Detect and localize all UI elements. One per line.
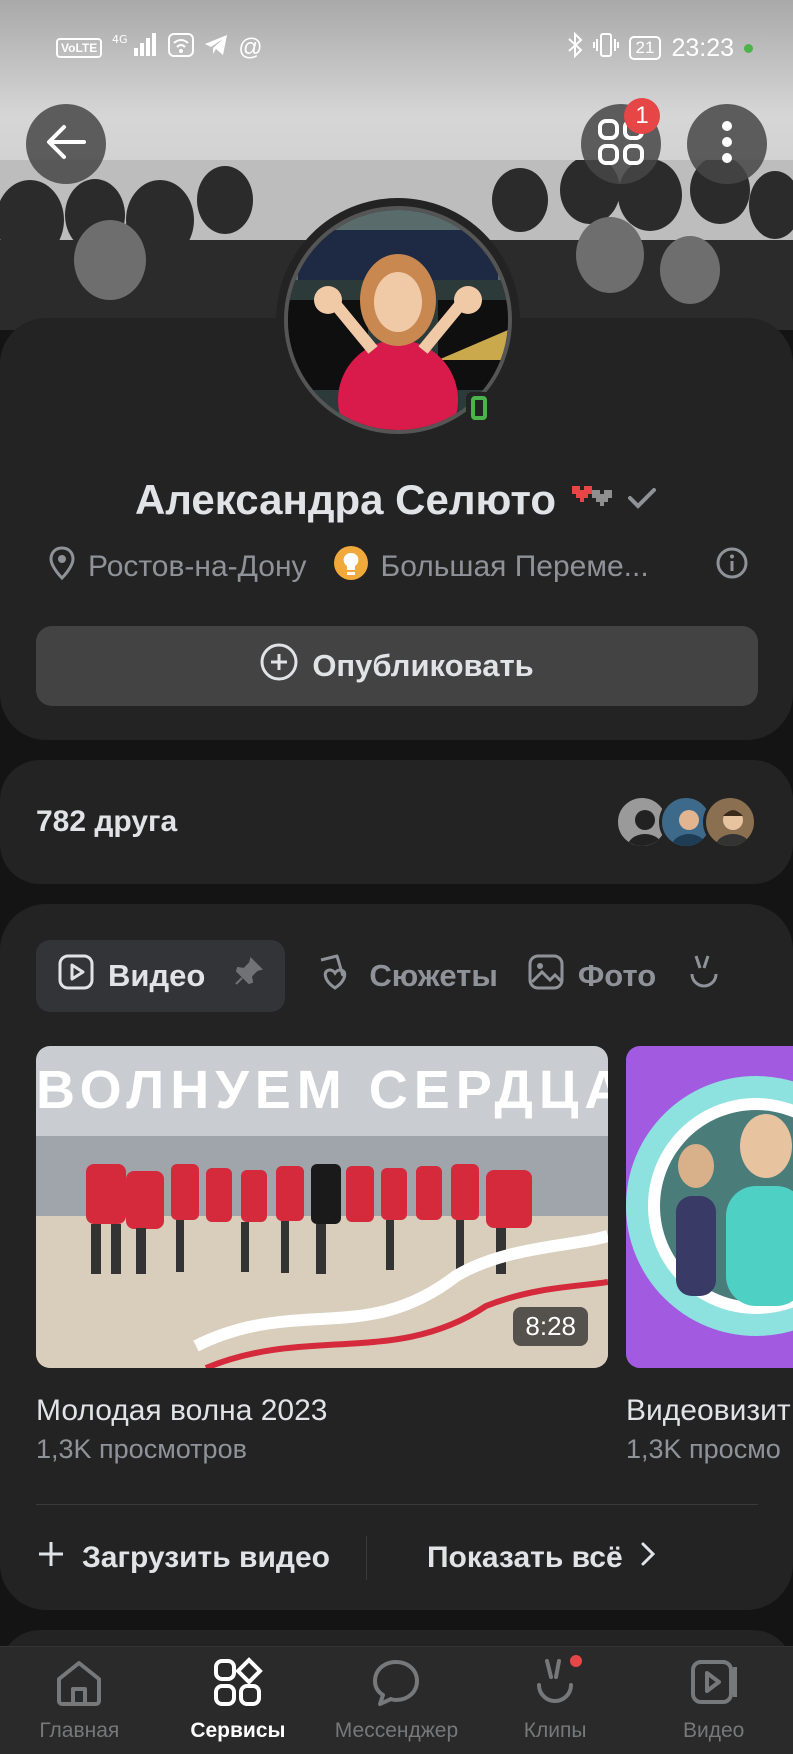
divider — [36, 1504, 758, 1505]
video-title[interactable]: Молодая волна 2023 — [36, 1394, 327, 1428]
tab-stories-label: Сюжеты — [369, 958, 498, 993]
volte-indicator: VoLTE — [56, 38, 103, 58]
video-thumbnail[interactable]: ВОЛНУЕМ СЕРДЦА 8:28 — [36, 1046, 608, 1368]
location-pin-icon — [48, 546, 76, 588]
arrow-left-icon — [46, 124, 86, 165]
clips-new-dot — [570, 1655, 583, 1667]
nav-home-label: Главная — [39, 1719, 120, 1742]
nav-video[interactable]: Видео — [639, 1647, 789, 1743]
publish-label: Опубликовать — [312, 648, 534, 683]
video-title[interactable]: Видеовизит — [626, 1394, 791, 1428]
home-icon — [53, 1657, 105, 1715]
profile-name: Александра Селюто — [134, 476, 557, 523]
friend-avatars — [615, 795, 757, 849]
messenger-icon — [370, 1657, 422, 1715]
heart-status-icon[interactable] — [568, 482, 614, 519]
tab-video-label: Видео — [108, 958, 206, 993]
friends-count: 782 друга — [36, 805, 178, 838]
profile-community[interactable]: Большая Переме... — [381, 550, 649, 584]
services-icon — [212, 1657, 264, 1715]
video-nav-icon — [688, 1657, 740, 1715]
nav-clips-label: Клипы — [523, 1719, 587, 1742]
media-tabs: Видео Сюжеты Фото — [36, 940, 793, 1012]
nav-video-label: Видео — [682, 1719, 745, 1742]
video-views: 1,3K просмо — [626, 1434, 781, 1464]
friends-card[interactable]: 782 друга — [0, 760, 793, 884]
tab-clips[interactable] — [686, 940, 722, 1012]
publish-button[interactable]: Опубликовать — [36, 626, 758, 706]
online-mobile-indicator — [466, 392, 492, 424]
battery-indicator: 21 — [628, 36, 662, 60]
video-duration: 8:28 — [513, 1307, 588, 1346]
profile-meta: Ростов-на-Дону Большая Переме... — [48, 544, 748, 590]
clips-icon — [686, 952, 722, 1000]
video-thumbnail[interactable] — [626, 1046, 793, 1368]
video-preview-image — [626, 1046, 793, 1368]
wifi-icon — [168, 32, 195, 64]
upload-video-label: Загрузить видео — [82, 1541, 330, 1574]
plus-circle-icon — [260, 643, 298, 689]
show-all-button[interactable]: Показать всё — [427, 1540, 657, 1576]
nav-home[interactable]: Главная — [4, 1647, 154, 1743]
nav-services[interactable]: Сервисы — [163, 1647, 313, 1743]
plus-icon — [36, 1539, 66, 1577]
nav-messenger[interactable]: Мессенджер — [321, 1647, 471, 1743]
upload-video-button[interactable]: Загрузить видео — [36, 1539, 330, 1577]
svg-text:ВОЛНУЕМ СЕРДЦА: ВОЛНУЕМ СЕРДЦА — [36, 1060, 608, 1120]
tab-video[interactable]: Видео — [36, 940, 286, 1012]
friend-avatar — [703, 795, 757, 849]
signal-icon: 4G — [112, 32, 158, 65]
show-all-label: Показать всё — [426, 1541, 623, 1574]
back-button[interactable] — [26, 104, 106, 184]
tab-stories[interactable]: Сюжеты — [315, 940, 498, 1012]
clock: 23:23 — [671, 33, 734, 62]
tab-photo[interactable]: Фото — [528, 940, 656, 1012]
info-icon[interactable] — [716, 547, 748, 587]
notifications-badge: 1 — [624, 98, 660, 134]
video-views: 1,3K просмотров — [36, 1434, 247, 1464]
more-vertical-icon — [721, 120, 733, 169]
nav-clips[interactable]: Клипы — [480, 1647, 630, 1743]
nav-messenger-label: Мессенджер — [334, 1719, 459, 1742]
status-bar: VoLTE 4G @ 21 23:23 — [0, 0, 793, 96]
telegram-icon — [204, 34, 228, 63]
tab-photo-label: Фото — [577, 958, 657, 993]
image-icon — [528, 954, 564, 998]
actions-separator — [365, 1536, 367, 1580]
profile-name-row: Александра Селюто — [0, 470, 793, 530]
pin-icon — [233, 957, 264, 995]
play-square-icon — [58, 954, 94, 998]
media-card: Видео Сюжеты Фото ВОЛНУЕМ СЕРДЦА 8:28 Мо… — [0, 904, 793, 1610]
bluetooth-icon — [567, 31, 583, 65]
svg-text:4G: 4G — [112, 33, 128, 46]
chevron-right-icon — [639, 1540, 657, 1576]
at-icon: @ — [238, 34, 263, 61]
community-icon — [333, 545, 369, 589]
vibrate-icon — [592, 32, 619, 65]
profile-city[interactable]: Ростов-на-Дону — [88, 550, 307, 584]
more-options-button[interactable] — [687, 104, 767, 184]
video-actions: Загрузить видео Показать всё — [36, 1510, 758, 1606]
nav-services-label: Сервисы — [190, 1719, 286, 1742]
bottom-navigation: Главная Сервисы Мессенджер Клипы Видео — [0, 1646, 793, 1754]
notification-dot — [744, 43, 753, 53]
verified-check-icon[interactable] — [626, 484, 658, 517]
stories-heart-icon — [315, 952, 355, 1000]
